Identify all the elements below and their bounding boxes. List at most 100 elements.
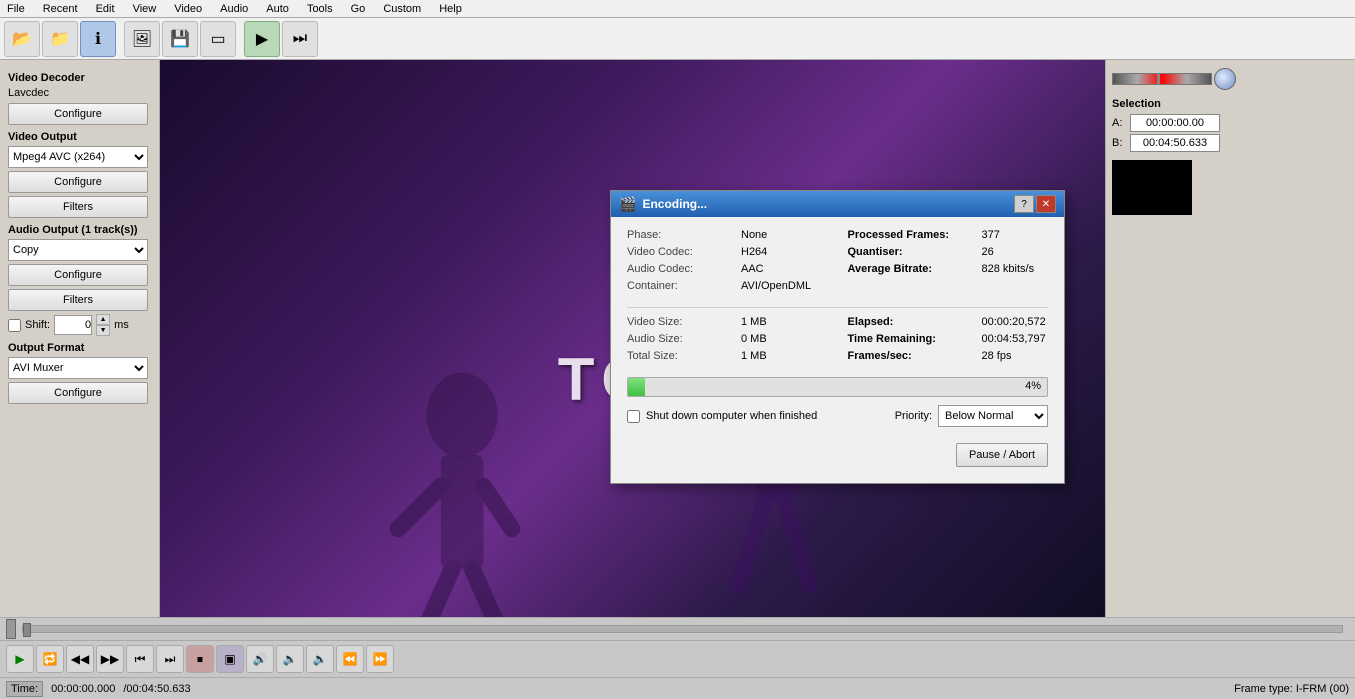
time-remaining-value: 00:04:53,797 [982,333,1046,345]
shift-label: Shift: [25,319,50,331]
output-format-select[interactable]: AVI Muxer MP4 Muxer [8,357,148,379]
shutdown-row: Shut down computer when finished [627,410,817,423]
shift-spinbtn[interactable]: ▲ ▼ [96,314,110,336]
menubar: File Recent Edit View Video Audio Auto T… [0,0,1355,18]
priority-select[interactable]: Idle Below Normal Normal Above Normal Hi… [938,405,1048,427]
shift-checkbox[interactable] [8,319,21,332]
next-kf-btn[interactable]: ⏩ [366,645,394,673]
audio-codec-label: Audio Codec: [627,263,737,275]
total-size-value: 1 MB [741,350,767,362]
info-col-left: Phase: None Video Codec: H264 Audio Code… [627,229,828,297]
quantiser-label: Quantiser: [848,246,978,258]
audio-size-value: 0 MB [741,333,767,345]
audio-output-title: Audio Output (1 track(s)) [8,224,151,236]
pause-abort-btn[interactable]: Pause / Abort [956,443,1048,467]
video-codec-label: Video Codec: [627,246,737,258]
step-fwd-btn[interactable]: ⏭ [156,645,184,673]
dialog-title-icon: 🎬 [619,196,636,213]
right-panel: Selection A: B: [1105,60,1355,699]
audio-output-filters-btn[interactable]: Filters [8,289,148,311]
open-dir-btn[interactable]: 📁 [42,21,78,57]
info-col-right: Processed Frames: 377 Quantiser: 26 Aver… [848,229,1049,297]
shift-input[interactable] [54,315,92,335]
timeline-track[interactable] [22,625,1343,633]
output-format-configure-btn[interactable]: Configure [8,382,148,404]
menu-go[interactable]: Go [348,3,369,15]
dialog-help-btn[interactable]: ? [1014,195,1034,213]
total-time: /00:04:50.633 [123,683,190,695]
video-output-configure-btn[interactable]: Configure [8,171,148,193]
timeline [0,617,1355,641]
close-btn[interactable]: ▭ [200,21,236,57]
total-size-row: Total Size: 1 MB [627,350,828,362]
shutdown-checkbox[interactable] [627,410,640,423]
video-output-select[interactable]: Mpeg4 AVC (x264) H265 MPEG2 [8,146,148,168]
audio-btn[interactable]: 🔊 [246,645,274,673]
priority-row: Priority: Idle Below Normal Normal Above… [895,405,1048,427]
bottom-controls: ▶ 🔁 ◀◀ ▶▶ ⏮ ⏭ ⏹ ▣ 🔊 🔉 🔈 ⏪ ⏩ Time: 00:00:… [0,617,1355,699]
processed-frames-value: 377 [982,229,1000,241]
frames-sec-row: Frames/sec: 28 fps [848,350,1049,362]
encoding-dialog: 🎬 Encoding... ? ✕ Phase: None [610,190,1065,484]
menu-recent[interactable]: Recent [40,3,81,15]
quantiser-value: 26 [982,246,994,258]
preview-thumbnail [1112,160,1192,215]
audio-output-configure-btn[interactable]: Configure [8,264,148,286]
menu-audio[interactable]: Audio [217,3,251,15]
menu-help[interactable]: Help [436,3,465,15]
processed-frames-row: Processed Frames: 377 [848,229,1049,241]
phase-label: Phase: [627,229,737,241]
encode2-btn[interactable]: ⏭ [282,21,318,57]
open-img-btn[interactable]: 🖼 [124,21,160,57]
menu-auto[interactable]: Auto [263,3,292,15]
menu-custom[interactable]: Custom [380,3,424,15]
video-decoder-configure-btn[interactable]: Configure [8,103,148,125]
dialog-close-btn[interactable]: ✕ [1036,195,1056,213]
controls-bar: ▶ 🔁 ◀◀ ▶▶ ⏮ ⏭ ⏹ ▣ 🔊 🔉 🔈 ⏪ ⏩ [0,641,1355,677]
info-col-sizes: Video Size: 1 MB Audio Size: 0 MB Total … [627,316,828,367]
encode-btn[interactable]: ▶ [244,21,280,57]
quantiser-row: Quantiser: 26 [848,246,1049,258]
prev-kf-btn[interactable]: ⏪ [336,645,364,673]
menu-file[interactable]: File [4,3,28,15]
vol-dn-btn[interactable]: 🔉 [276,645,304,673]
selection-b-input[interactable] [1130,134,1220,152]
open-file-btn[interactable]: 📂 [4,21,40,57]
volume-knob[interactable] [1214,68,1236,90]
save-btn[interactable]: 💾 [162,21,198,57]
menu-tools[interactable]: Tools [304,3,336,15]
audio-codec-row: Audio Codec: AAC [627,263,828,275]
shutdown-label: Shut down computer when finished [646,410,817,422]
selection-a-input[interactable] [1130,114,1220,132]
timeline-playhead[interactable] [23,623,31,637]
shift-unit: ms [114,319,129,331]
time-label: Time: [6,681,43,697]
prev-btn[interactable]: ◀◀ [66,645,94,673]
video-area: TON 🎬 Encodin [160,60,1105,699]
next-btn[interactable]: ▶▶ [96,645,124,673]
loop-btn[interactable]: 🔁 [36,645,64,673]
selection-title: Selection [1112,98,1349,110]
audio-output-select[interactable]: Copy AAC MP3 [8,239,148,261]
menu-edit[interactable]: Edit [93,3,118,15]
selection-b-label: B: [1112,137,1126,149]
step-back-btn[interactable]: ⏮ [126,645,154,673]
video-output-filters-btn[interactable]: Filters [8,196,148,218]
mark-in-btn[interactable]: ⏹ [186,645,214,673]
menu-video[interactable]: Video [171,3,205,15]
progress-container: 4% [627,377,1048,397]
selection-panel-inner: Selection A: B: [1112,98,1349,152]
vol-up-btn[interactable]: 🔈 [306,645,334,673]
timeline-left-handle[interactable] [6,619,16,639]
avg-bitrate-label: Average Bitrate: [848,263,978,275]
menu-view[interactable]: View [130,3,160,15]
info-grid: Phase: None Video Codec: H264 Audio Code… [627,229,1048,297]
info-btn[interactable]: ℹ [80,21,116,57]
play-btn[interactable]: ▶ [6,645,34,673]
mark-out-btn[interactable]: ▣ [216,645,244,673]
volume-slider[interactable] [1112,73,1212,85]
elapsed-label: Elapsed: [848,316,978,328]
selection-b-row: B: [1112,134,1349,152]
left-panel: Video Decoder Lavcdec Configure Video Ou… [0,60,160,699]
container-row: Container: AVI/OpenDML [627,280,828,292]
